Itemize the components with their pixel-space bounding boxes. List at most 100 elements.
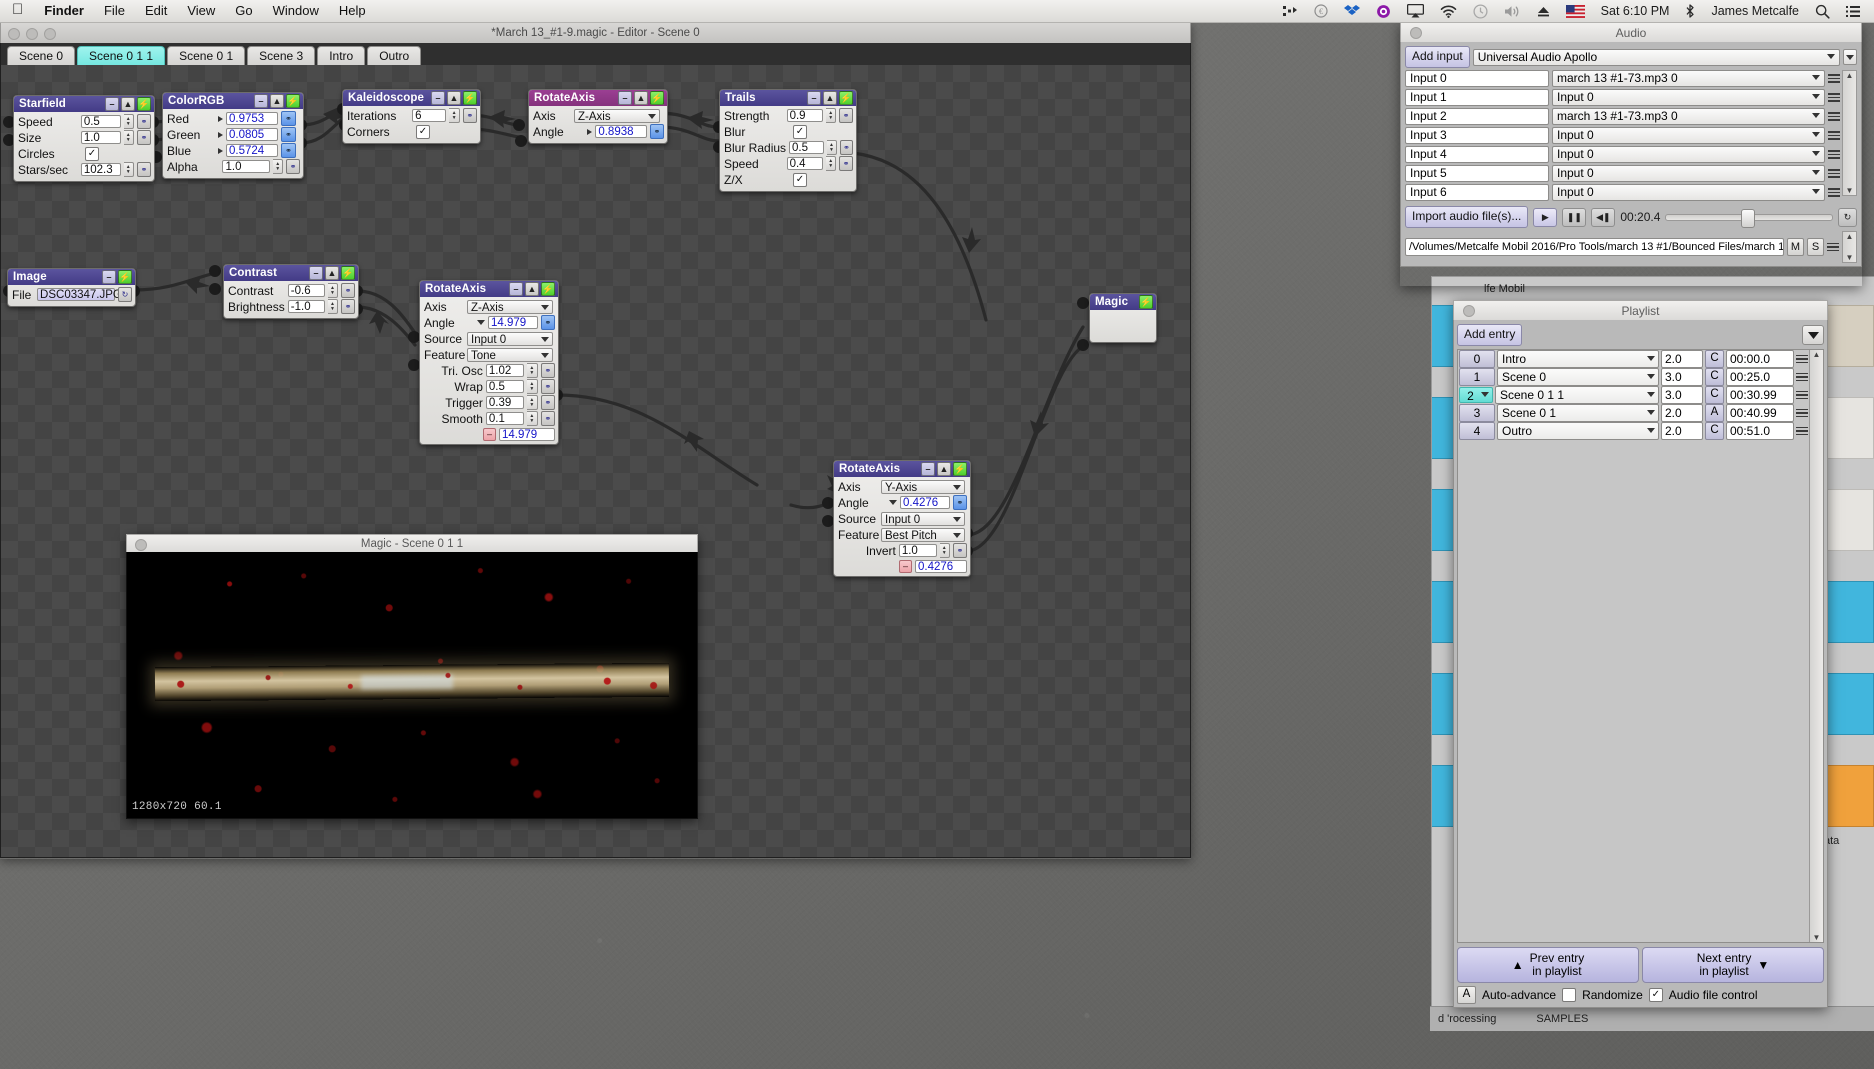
param-value[interactable]: 0.5 bbox=[80, 115, 121, 128]
tab-scene-0[interactable]: Scene 0 bbox=[7, 46, 76, 66]
node-magic-output[interactable]: Magic ⚡ bbox=[1089, 293, 1157, 343]
link-icon[interactable]: ⚭ bbox=[540, 315, 555, 330]
param-row-contrast[interactable]: Contrast -0.6 ▲ ▼ ⚭ bbox=[228, 283, 355, 298]
minimize-icon[interactable]: – bbox=[509, 282, 523, 296]
stepper-icon[interactable]: ▲ ▼ bbox=[826, 156, 837, 171]
close-button[interactable] bbox=[1463, 305, 1475, 317]
checkbox-icon[interactable]: ✓ bbox=[793, 172, 807, 187]
entry-duration[interactable]: 2.0 bbox=[1661, 404, 1703, 422]
input-name[interactable]: Input 3 bbox=[1405, 127, 1549, 144]
entry-duration[interactable]: 2.0 bbox=[1661, 422, 1703, 440]
power-icon[interactable]: ⚡ bbox=[953, 462, 967, 476]
stepper-icon[interactable]: ▲ ▼ bbox=[827, 140, 837, 155]
node-header[interactable]: RotateAxis – ▲ ⚡ bbox=[420, 281, 558, 297]
param-row-zx[interactable]: Z/X ✓ bbox=[724, 172, 853, 187]
input-source-select[interactable]: Input 0 bbox=[1552, 184, 1825, 201]
param-row-angle[interactable]: Angle 0.4276 ⚭ bbox=[838, 495, 967, 510]
param-row-axis[interactable]: Axis Z-Axis bbox=[424, 299, 555, 314]
axis-select[interactable]: Z-Axis bbox=[574, 108, 660, 123]
link-icon[interactable]: ⚭ bbox=[839, 108, 854, 123]
param-value[interactable]: -0.6 bbox=[287, 284, 325, 297]
playlist-rows[interactable]: 0 Intro 2.0 C 00:00.0 1 Scene 0 3.0 C 00… bbox=[1458, 350, 1809, 942]
menu-finder[interactable]: Finder bbox=[34, 0, 94, 22]
stepper-icon[interactable]: ▲ ▼ bbox=[327, 299, 339, 314]
remove-icon[interactable]: – bbox=[899, 560, 912, 573]
param-row-smooth[interactable]: Smooth 0.1 ▲ ▼ ⚭ bbox=[424, 411, 555, 426]
audio-device-select[interactable]: Universal Audio Apollo bbox=[1472, 48, 1840, 66]
entry-scene-select[interactable]: Scene 0 1 1 bbox=[1495, 386, 1659, 404]
drag-handle-icon[interactable] bbox=[1828, 112, 1840, 121]
param-value[interactable]: 0.9 bbox=[786, 109, 824, 122]
airdrop-icon[interactable] bbox=[1275, 0, 1306, 22]
tab-scene-0-1[interactable]: Scene 0 1 bbox=[167, 46, 246, 66]
param-row-brightness[interactable]: Brightness -1.0 ▲ ▼ ⚭ bbox=[228, 299, 355, 314]
expand-arrow-icon[interactable] bbox=[218, 115, 223, 122]
stepper-icon[interactable]: ▲ ▼ bbox=[449, 108, 460, 123]
node-contrast[interactable]: Contrast – ▲ ⚡ Contrast -0.6 ▲ ▼ ⚭ Bright… bbox=[223, 264, 359, 319]
drag-handle-icon[interactable] bbox=[1828, 74, 1840, 83]
output-value[interactable]: 0.4276 bbox=[915, 560, 967, 573]
drag-handle-icon[interactable] bbox=[1828, 188, 1840, 197]
input-name[interactable]: Input 2 bbox=[1405, 108, 1549, 125]
param-row-iterations[interactable]: Iterations 6 ▲ ▼ ⚭ bbox=[347, 108, 477, 123]
param-row-file[interactable]: File DSC03347.JPG ↻ bbox=[12, 287, 132, 302]
entry-scene-select[interactable]: Outro bbox=[1497, 422, 1659, 440]
audio-files-scrollbar[interactable]: ▲ ▼ bbox=[1842, 231, 1857, 263]
link-icon[interactable]: ⚭ bbox=[341, 283, 355, 298]
link-icon[interactable]: ⚭ bbox=[540, 395, 555, 410]
entry-mode-button[interactable]: C bbox=[1705, 386, 1724, 404]
minimize-icon[interactable]: – bbox=[431, 91, 445, 105]
us-flag-icon[interactable] bbox=[1558, 0, 1593, 22]
node-kaleidoscope[interactable]: Kaleidoscope – ▲ ⚡ Iterations 6 ▲ ▼ ⚭ Cor… bbox=[342, 89, 481, 144]
node-header[interactable]: Starfield – ▲ ⚡ bbox=[14, 96, 154, 112]
audio-position-slider[interactable] bbox=[1665, 208, 1833, 228]
input-name[interactable]: Input 4 bbox=[1405, 146, 1549, 163]
power-icon[interactable]: ⚡ bbox=[650, 91, 664, 105]
node-header[interactable]: RotateAxis – ▲ ⚡ bbox=[529, 90, 667, 106]
eject-icon[interactable] bbox=[1529, 0, 1558, 22]
power-icon[interactable]: ⚡ bbox=[839, 91, 853, 105]
source-select[interactable]: Input 0 bbox=[467, 331, 553, 346]
stepper-icon[interactable]: ▲ ▼ bbox=[527, 379, 538, 394]
entry-mode-button[interactable]: C bbox=[1705, 350, 1724, 368]
drag-handle-icon[interactable] bbox=[1828, 169, 1840, 178]
stepper-icon[interactable]: ▲ ▼ bbox=[527, 395, 538, 410]
close-button[interactable] bbox=[135, 538, 147, 551]
scroll-up-arrow-icon[interactable]: ▲ bbox=[1846, 232, 1854, 241]
entry-scene-select[interactable]: Scene 0 bbox=[1497, 368, 1659, 386]
entry-index[interactable]: 1 bbox=[1459, 368, 1495, 386]
auto-advance-badge[interactable]: A bbox=[1457, 986, 1476, 1004]
node-colorrgb[interactable]: ColorRGB – ▲ ⚡ Red 0.9753 ⚭ Green 0.0805… bbox=[162, 92, 304, 179]
param-value[interactable]: -1.0 bbox=[287, 300, 325, 313]
param-row-source[interactable]: Source Input 0 bbox=[838, 511, 967, 526]
minimize-icon[interactable]: – bbox=[618, 91, 632, 105]
node-starfield[interactable]: Starfield – ▲ ⚡ Speed 0.5 ▲ ▼ ⚭ Size 1.0 … bbox=[13, 95, 155, 182]
param-row-green[interactable]: Green 0.0805 ⚭ bbox=[167, 127, 300, 142]
macos-menu-bar[interactable]:  Finder File Edit View Go Window Help € bbox=[0, 0, 1874, 23]
audio-title-bar[interactable]: Audio bbox=[1400, 22, 1862, 42]
add-entry-button[interactable]: Add entry bbox=[1457, 324, 1523, 346]
tab-intro[interactable]: Intro bbox=[317, 46, 366, 66]
entry-index[interactable]: 4 bbox=[1459, 422, 1495, 440]
target-icon[interactable] bbox=[1368, 0, 1399, 22]
menu-file[interactable]: File bbox=[94, 0, 135, 22]
entry-time[interactable]: 00:40.99 bbox=[1726, 404, 1794, 422]
minimize-icon[interactable]: – bbox=[309, 266, 323, 280]
param-row-size[interactable]: Size 1.0 ▲ ▼ ⚭ bbox=[18, 130, 151, 145]
scroll-up-arrow-icon[interactable]: ▲ bbox=[1846, 71, 1854, 80]
zoom-button[interactable] bbox=[44, 28, 56, 40]
playlist-row[interactable]: 4 Outro 2.0 C 00:51.0 bbox=[1458, 422, 1809, 440]
power-icon[interactable]: ⚡ bbox=[463, 91, 477, 105]
minimize-icon[interactable]: – bbox=[102, 270, 116, 284]
checkbox-icon[interactable]: ✓ bbox=[416, 124, 430, 139]
playlist-scrollbar[interactable]: ▲ ▼ bbox=[1809, 350, 1823, 942]
param-row-blur-radius[interactable]: Blur Radius 0.5 ▲ ▼ ⚭ bbox=[724, 140, 853, 155]
param-row-alpha[interactable]: Alpha 1.0 ▲ ▼ ⚭ bbox=[167, 159, 300, 174]
menu-window[interactable]: Window bbox=[263, 0, 329, 22]
audio-input-row[interactable]: Input 0 march 13 #1-73.mp3 0 bbox=[1405, 70, 1840, 87]
stepper-icon[interactable]: ▲ ▼ bbox=[327, 283, 339, 298]
stepper-icon[interactable]: ▲ ▼ bbox=[939, 543, 950, 558]
entry-mode-button[interactable]: A bbox=[1705, 404, 1724, 422]
param-row-trigger[interactable]: Trigger 0.39 ▲ ▼ ⚭ bbox=[424, 395, 555, 410]
param-value[interactable]: 6 bbox=[412, 109, 447, 122]
